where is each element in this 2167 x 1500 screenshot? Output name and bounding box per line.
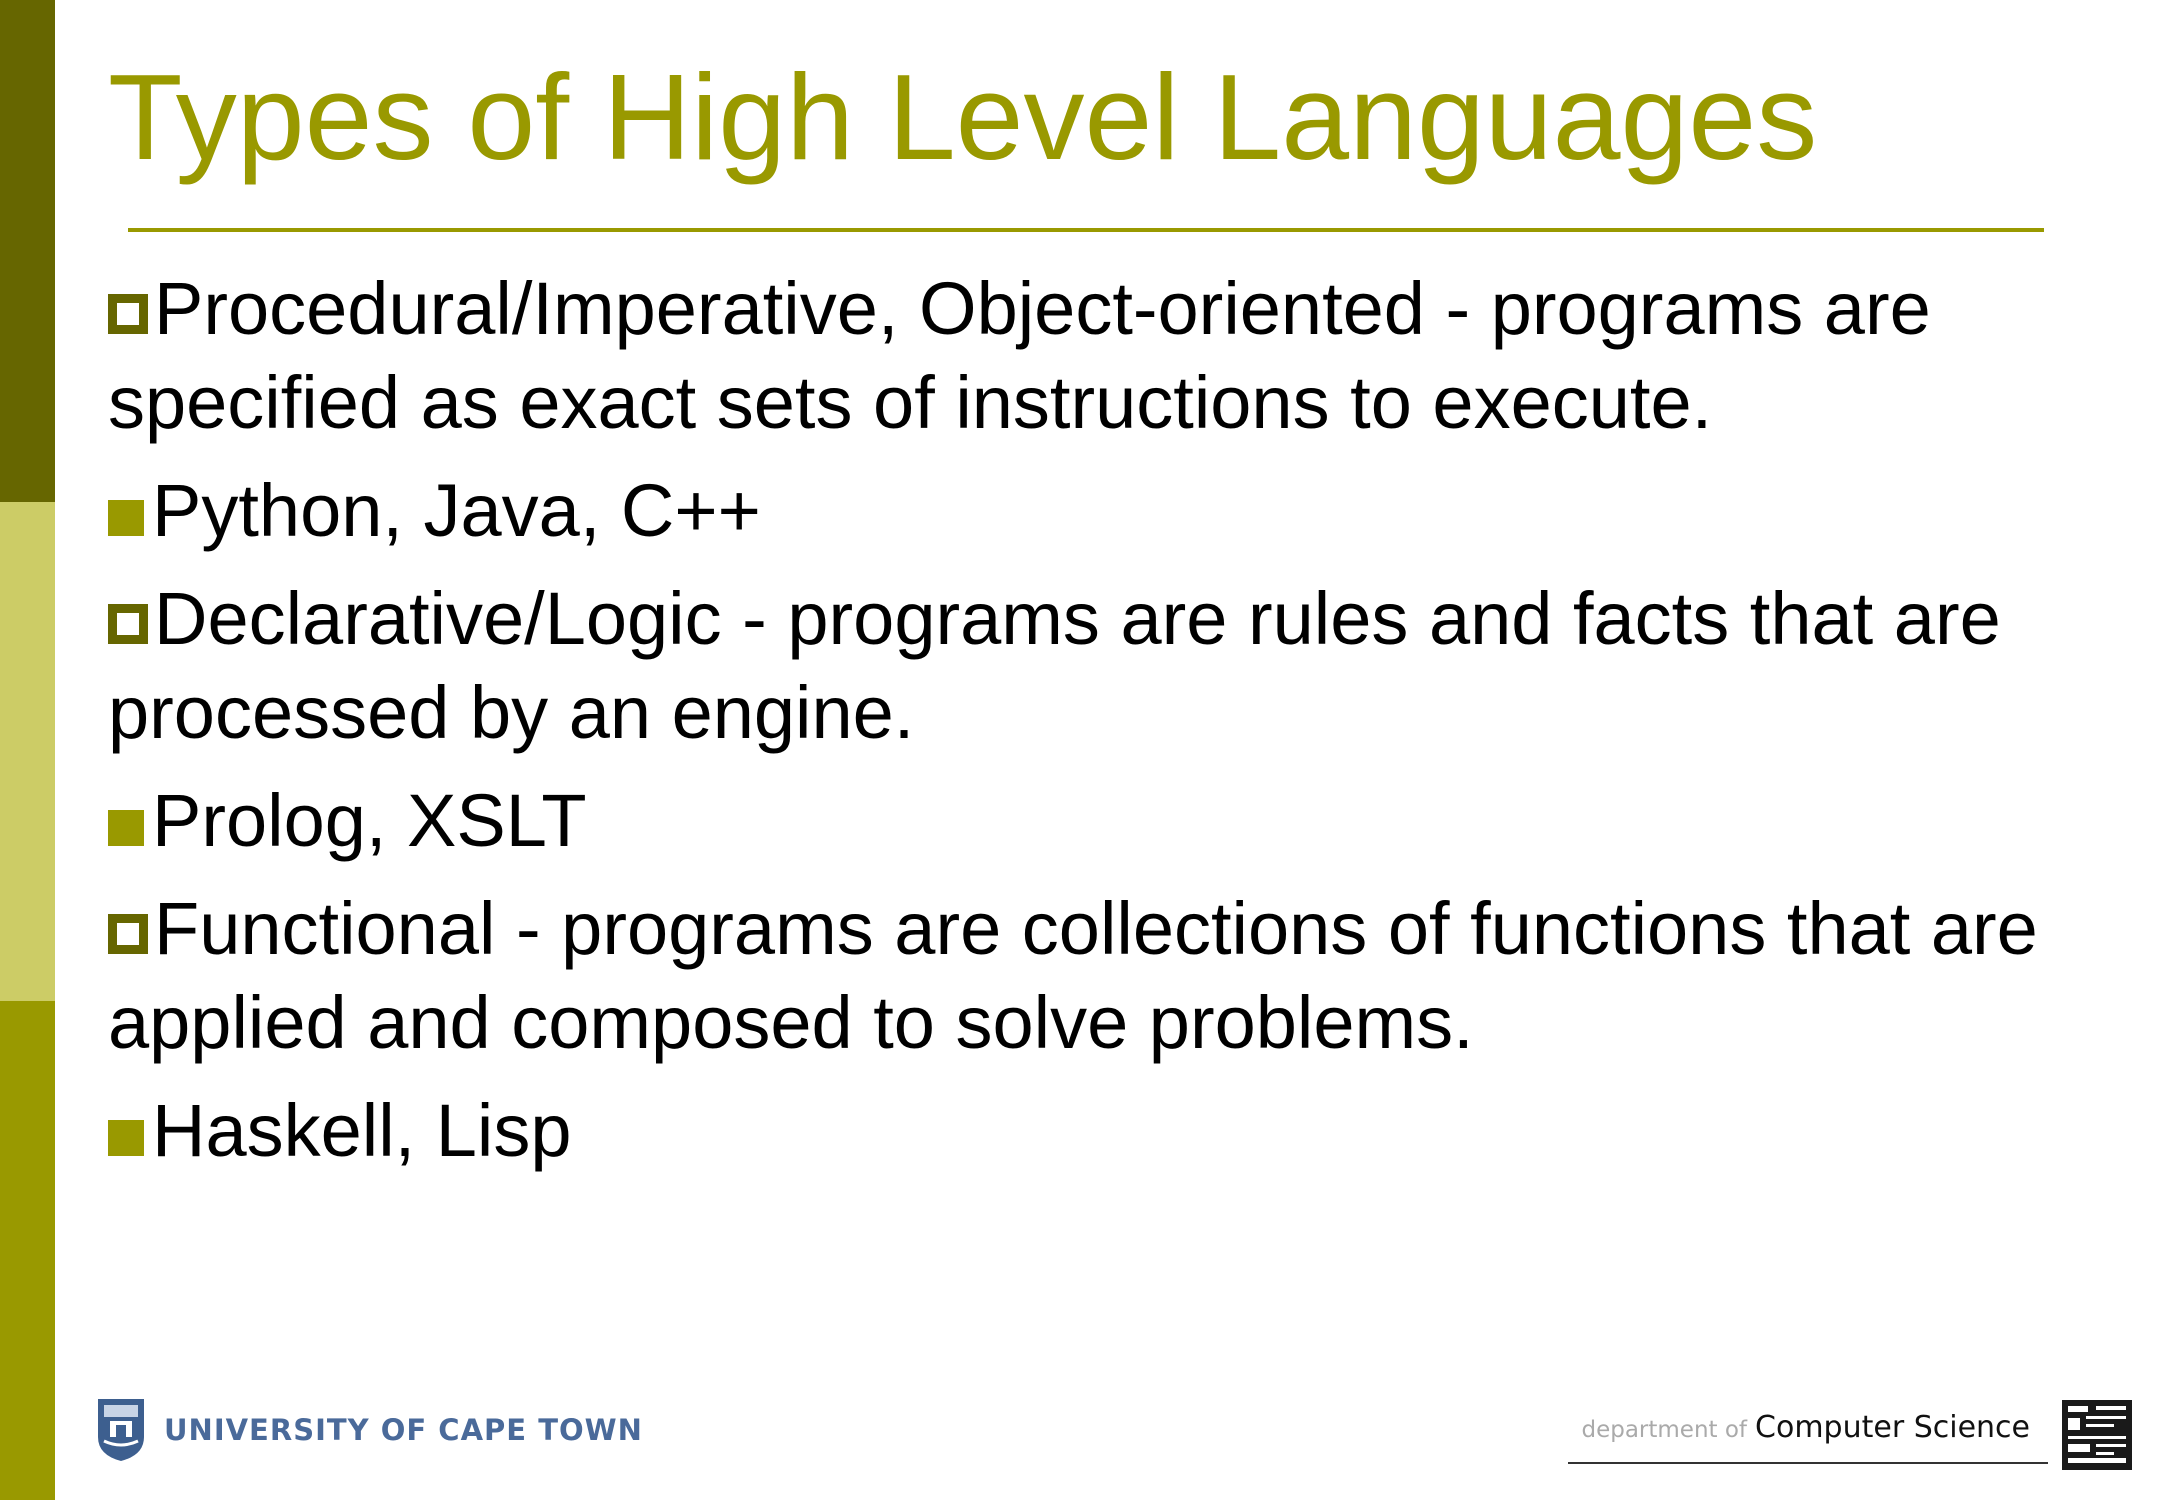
university-name: UNIVERSITY OF CAPE TOWN — [164, 1413, 643, 1447]
left-bar-middle — [0, 502, 55, 1001]
department-logo-icon — [2062, 1400, 2132, 1470]
left-bar-top — [0, 0, 55, 502]
solid-square-bullet-icon — [108, 1120, 144, 1156]
hollow-square-bullet-icon — [108, 604, 148, 644]
university-crest-icon — [98, 1399, 144, 1461]
slide: Types of High Level Languages Procedural… — [0, 0, 2167, 1500]
list-item: Prolog, XSLT — [108, 774, 2068, 868]
list-item-text: Functional - programs are collections of… — [108, 887, 2038, 1064]
department-label: department of Computer Science — [1568, 1410, 2048, 1464]
list-item: Procedural/Imperative, Object-oriented -… — [108, 262, 2068, 450]
list-item-text: Prolog, XSLT — [152, 779, 587, 862]
hollow-square-bullet-icon — [108, 294, 148, 334]
list-item-text: Declarative/Logic - programs are rules a… — [108, 577, 2001, 754]
university-branding: UNIVERSITY OF CAPE TOWN — [96, 1395, 643, 1465]
list-item-text: Procedural/Imperative, Object-oriented -… — [108, 267, 1931, 444]
solid-square-bullet-icon — [108, 500, 144, 536]
bullet-list: Procedural/Imperative, Object-oriented -… — [108, 262, 2068, 1192]
list-item-text: Haskell, Lisp — [152, 1089, 572, 1172]
list-item: Functional - programs are collections of… — [108, 882, 2068, 1070]
list-item: Declarative/Logic - programs are rules a… — [108, 572, 2068, 760]
left-bar-bottom — [0, 1001, 55, 1500]
hollow-square-bullet-icon — [108, 914, 148, 954]
list-item: Python, Java, C++ — [108, 464, 2068, 558]
title-divider — [128, 228, 2044, 232]
department-name: Computer Science — [1755, 1410, 2030, 1445]
solid-square-bullet-icon — [108, 810, 144, 846]
list-item: Haskell, Lisp — [108, 1084, 2068, 1178]
department-prefix: department of — [1581, 1417, 1748, 1443]
list-item-text: Python, Java, C++ — [152, 469, 761, 552]
slide-title: Types of High Level Languages — [108, 49, 1818, 185]
